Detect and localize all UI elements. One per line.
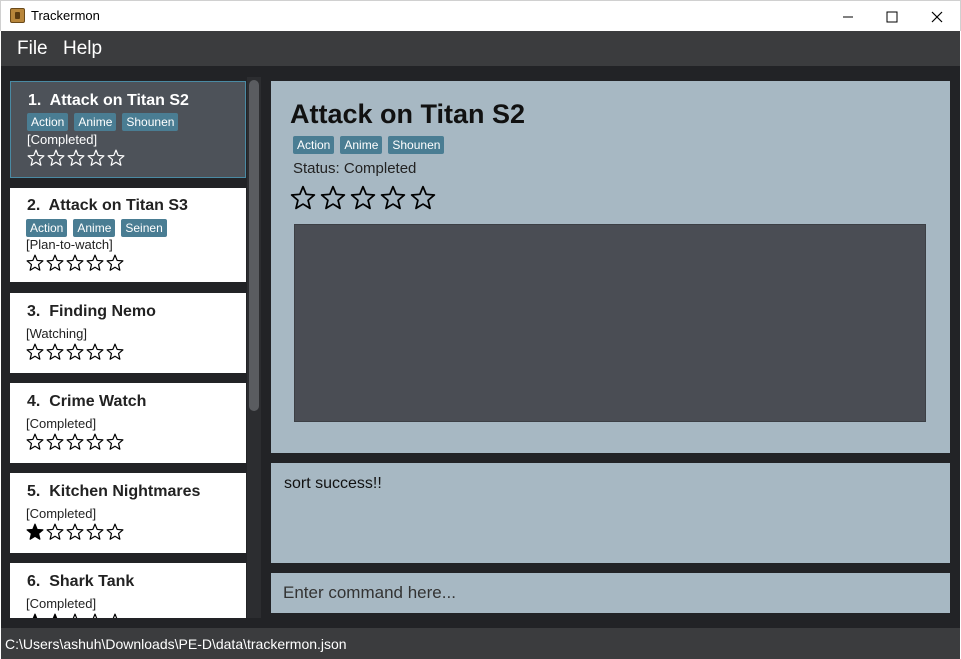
list-item[interactable]: 6. Shark Tank [Completed] [10,563,246,618]
close-icon [931,11,943,22]
tag: Action [293,136,335,154]
star-empty-icon [106,343,124,360]
menu-help[interactable]: Help [63,38,102,60]
star-filled-icon [52,613,58,618]
star-rating [26,343,124,361]
star-rating [27,149,125,167]
star-empty-icon [47,149,65,166]
tag: Action [26,219,68,237]
star-empty-icon [107,149,125,166]
star-empty-icon [66,523,84,540]
detail-tag-list: Action Anime Shounen [293,136,445,154]
star-empty-icon [410,185,436,210]
star-empty-icon [380,185,406,210]
list-item[interactable]: 2. Attack on Titan S3 Action Anime Seine… [10,188,246,282]
title-bar: Trackermon [0,0,961,31]
detail-status: Status: Completed [293,160,417,177]
star-empty-icon [86,254,104,271]
tag: Anime [74,113,117,131]
star-empty-icon [86,343,104,360]
star-empty-icon [106,254,124,271]
data-file-path: C:\Users\ashuh\Downloads\PE-D\data\track… [5,636,347,652]
show-title: 4. Crime Watch [27,393,147,410]
tag: Action [27,113,69,131]
show-title: 3. Finding Nemo [27,303,156,320]
star-empty-icon [92,613,98,618]
star-rating [26,433,124,451]
list-item[interactable]: 3. Finding Nemo [Watching] [10,293,246,373]
star-empty-icon [106,523,124,540]
window-title: Trackermon [31,8,100,23]
show-status: [Watching] [26,326,87,341]
tag: Anime [340,136,383,154]
detail-title: Attack on Titan S2 [290,99,526,129]
star-empty-icon [66,254,84,271]
star-filled-icon [26,523,44,540]
star-rating [26,254,124,272]
result-text: sort success!! [284,475,382,492]
star-empty-icon [86,523,104,540]
list-item[interactable]: 5. Kitchen Nightmares [Completed] [10,473,246,553]
star-empty-icon [87,149,105,166]
star-empty-icon [46,433,64,450]
maximize-icon [886,11,898,22]
tag: Seinen [121,219,167,237]
show-title: 2. Attack on Titan S3 [27,197,188,214]
show-title: 1. Attack on Titan S2 [28,92,189,109]
app-icon [10,8,25,23]
star-empty-icon [86,433,104,450]
detail-description-box [294,224,926,422]
tag-list: Action Anime Seinen [26,219,167,237]
star-empty-icon [67,149,85,166]
star-empty-icon [46,523,64,540]
menu-file[interactable]: File [17,38,48,60]
show-status: [Completed] [26,596,97,611]
maximize-button[interactable] [869,1,915,32]
detail-panel: Attack on Titan S2 Action Anime Shounen … [271,81,950,453]
detail-star-rating [290,185,436,211]
show-status: [Completed] [27,132,98,147]
show-list[interactable]: 1. Attack on Titan S2 Action Anime Shoun… [10,81,246,618]
star-empty-icon [27,149,45,166]
command-input[interactable] [271,573,950,613]
minimize-button[interactable] [825,1,871,32]
show-status: [Completed] [26,506,97,521]
tag-list: Action Anime Shounen [27,113,179,131]
show-title: 5. Kitchen Nightmares [27,483,201,500]
star-empty-icon [290,185,316,210]
tag: Anime [73,219,116,237]
star-empty-icon [106,433,124,450]
tag: Shounen [122,113,179,131]
star-empty-icon [26,254,44,271]
star-empty-icon [320,185,346,210]
star-rating [26,523,124,541]
star-empty-icon [66,343,84,360]
tag: Shounen [388,136,445,154]
star-filled-icon [32,613,38,618]
minimize-icon [843,16,853,17]
star-empty-icon [350,185,376,210]
menu-bar: File Help [1,31,960,66]
star-empty-icon [72,613,78,618]
show-title: 6. Shark Tank [27,573,135,590]
star-empty-icon [26,433,44,450]
list-item[interactable]: 4. Crime Watch [Completed] [10,383,246,463]
star-empty-icon [46,343,64,360]
star-rating [26,613,124,618]
star-empty-icon [26,343,44,360]
star-empty-icon [66,433,84,450]
status-bar: C:\Users\ashuh\Downloads\PE-D\data\track… [1,628,960,659]
close-button[interactable] [914,1,960,32]
list-item[interactable]: 1. Attack on Titan S2 Action Anime Shoun… [10,81,246,178]
list-scrollbar-thumb[interactable] [249,80,259,411]
star-empty-icon [46,254,64,271]
show-status: [Completed] [26,416,97,431]
show-status: [Plan-to-watch] [26,237,113,252]
result-display: sort success!! [271,463,950,563]
star-empty-icon [112,613,118,618]
